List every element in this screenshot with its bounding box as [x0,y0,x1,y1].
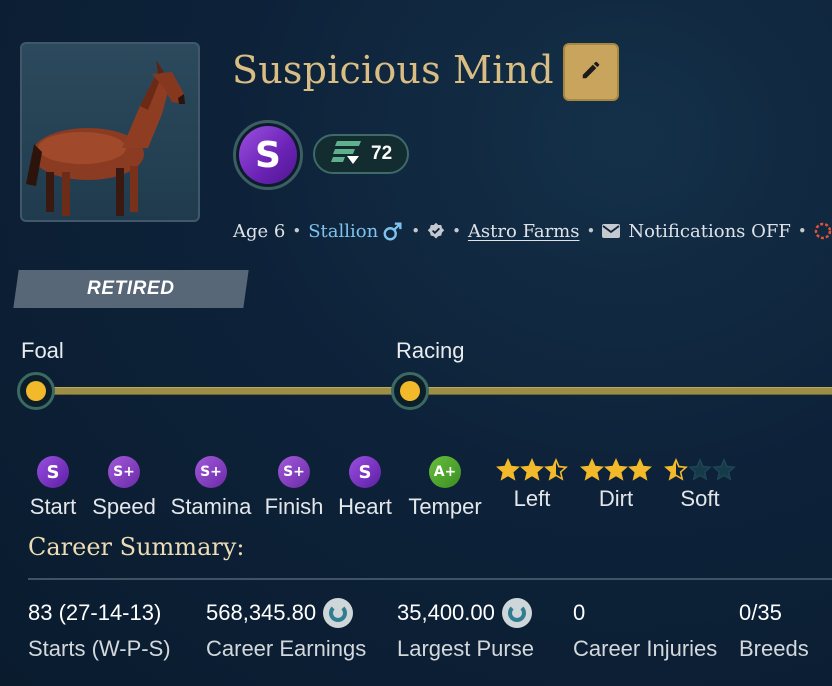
stat-value: 83 (27-14-13) [28,600,162,625]
skill-finish: S+ Finish [263,456,325,520]
star-empty-icon [688,458,712,481]
skill-speed: S+ Speed [89,456,159,520]
edit-name-button[interactable] [563,43,619,101]
star-full-icon [628,458,652,481]
status-badge: RETIRED [13,270,249,308]
surface-label: Dirt [598,486,634,511]
stat-value: 0 [573,600,586,625]
surface-left: Left [494,458,570,512]
grade-badge-icon: S+ [108,456,140,488]
grade-badge-icon: A+ [429,456,461,488]
career-summary-title: Career Summary: [28,533,245,561]
stat-injuries: 0 Career Injuries [573,598,717,662]
stat-value-row: 568,345.80 [206,598,366,628]
mail-icon [602,223,621,239]
horse-meta-row: Age 6 • Stallion • • Astro Farms • Notif… [233,216,832,246]
divider [28,578,832,580]
stat-label: Career Injuries [573,636,718,661]
skill-label: Speed [92,494,156,519]
skill-label: Start [29,494,77,519]
skill-start: S Start [28,456,78,520]
timeline-node-foal [17,372,55,410]
stat-breeds: 0/35 Breeds [739,598,809,662]
stat-value: 35,400.00 [397,600,495,625]
notifications-toggle[interactable]: Notifications OFF [628,221,791,242]
horse-image [26,60,185,216]
skill-label: Stamina [170,494,252,519]
star-half-icon [664,458,688,481]
farm-link[interactable]: Astro Farms [468,221,580,242]
stat-label: Largest Purse [397,636,534,661]
star-full-icon [604,458,628,481]
timeline-node-racing [391,372,429,410]
male-icon [382,220,404,242]
surface-dirt: Dirt [578,458,654,512]
stage-label-racing: Racing [396,338,465,363]
separator-dot: • [292,222,302,240]
grade-badge-icon: S+ [195,456,227,488]
skill-temper: A+ Temper [404,456,486,520]
rating-pill[interactable]: 72 [313,134,409,174]
separator-dot: • [452,222,461,240]
flag-rating-icon [331,139,363,169]
stat-label: Breeds [739,636,809,661]
pencil-icon [580,59,602,85]
grade-letter: S [239,126,297,184]
star-rating [662,458,738,482]
grade-badge-icon: S+ [278,456,310,488]
grade-badge-icon: S [37,456,69,488]
star-rating [578,458,654,482]
surface-label: Left [513,486,551,511]
stage-label-foal: Foal [21,338,64,363]
currency-coin-icon [323,598,354,628]
stat-label: Career Earnings [206,636,367,661]
grade-badge: S [233,120,303,190]
stat-value-row: 35,400.00 [397,598,534,628]
timeline-track [36,387,832,395]
skill-label: Temper [408,494,482,519]
sex-text[interactable]: Stallion [308,221,378,242]
separator-dot: • [797,222,807,240]
skill-stamina: S+ Stamina [168,456,254,520]
badge-icon [814,222,832,240]
star-rating [494,458,570,482]
stat-label: Starts (W-P-S) [28,636,171,661]
star-full-icon [496,458,520,481]
grade-badge-icon: S [349,456,381,488]
separator-dot: • [411,222,421,240]
verified-icon [427,222,445,240]
horse-name: Suspicious Mind [232,48,554,92]
age-text: Age 6 [233,220,286,242]
stat-earnings: 568,345.80 Career Earnings [206,598,366,662]
separator-dot: • [586,222,596,240]
stat-value: 0/35 [739,600,782,625]
rating-value: 72 [371,143,393,164]
horse-portrait [20,42,200,222]
stat-value: 568,345.80 [206,600,317,625]
surface-label: Soft [680,486,720,511]
skill-label: Finish [264,494,324,519]
star-half-icon [544,458,568,481]
star-full-icon [580,458,604,481]
currency-coin-icon [501,598,532,628]
skill-heart: S Heart [334,456,396,520]
stat-largest-purse: 35,400.00 Largest Purse [397,598,534,662]
status-text: RETIRED [87,278,175,299]
star-empty-icon [712,458,736,481]
skill-label: Heart [338,494,392,519]
stat-starts: 83 (27-14-13) Starts (W-P-S) [28,598,171,662]
star-full-icon [520,458,544,481]
surface-soft: Soft [662,458,738,512]
